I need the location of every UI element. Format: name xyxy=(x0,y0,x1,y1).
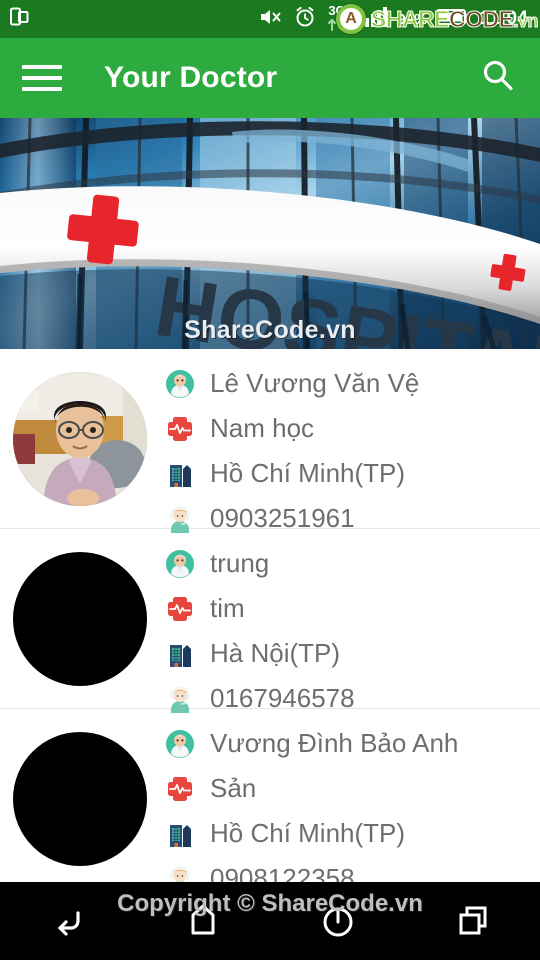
medical-cross-icon xyxy=(160,595,200,623)
doctor-city-row: Hồ Chí Minh(TP) xyxy=(160,451,540,496)
doctor-name: trung xyxy=(210,549,270,578)
doctor-specialty-row: Sản xyxy=(160,766,540,811)
medical-cross-icon xyxy=(160,415,200,443)
hospital-building-image: HOSPITAL xyxy=(0,118,540,349)
doctor-city: Hà Nội(TP) xyxy=(210,639,341,668)
page-title: Your Doctor xyxy=(104,61,278,94)
avatar-container xyxy=(0,537,160,701)
doctor-city: Hồ Chí Minh(TP) xyxy=(210,459,406,488)
doctor-name-row: Vương Đình Bảo Anh xyxy=(160,721,540,766)
network-3g-icon: 3G xyxy=(325,2,349,37)
doctor-name-row: Lê Vương Văn Vệ xyxy=(160,361,540,406)
cityscape-icon xyxy=(160,640,200,668)
cityscape-icon xyxy=(160,460,200,488)
screen-cast-icon xyxy=(8,6,30,33)
doctor-city-row: Hồ Chí Minh(TP) xyxy=(160,811,540,856)
doctor-icon xyxy=(160,369,200,398)
avatar xyxy=(13,732,147,866)
status-bar-right: 3G 99% 11:04 xyxy=(259,2,532,37)
mute-icon xyxy=(259,7,285,32)
hamburger-menu-icon[interactable] xyxy=(22,58,62,98)
avatar-container xyxy=(0,717,160,881)
clock-label: 11:04 xyxy=(479,8,528,29)
doctor-specialty: Sản xyxy=(210,774,257,803)
doctor-name-row: trung xyxy=(160,541,540,586)
app-screen: 3G 99% 11:04 A SHARECODE.vn Your Doctor … xyxy=(0,0,540,960)
doctor-icon xyxy=(160,549,200,578)
avatar-container xyxy=(0,357,160,521)
cityscape-icon xyxy=(160,820,200,848)
app-bar: Your Doctor xyxy=(0,38,540,118)
search-icon[interactable] xyxy=(478,56,518,101)
doctor-icon xyxy=(160,729,200,758)
doctor-name: Lê Vương Văn Vệ xyxy=(210,369,420,398)
doctor-city: Hồ Chí Minh(TP) xyxy=(210,819,406,848)
svg-text:3G: 3G xyxy=(329,3,346,18)
recent-circle-icon[interactable] xyxy=(306,889,370,953)
battery-percent-label: 99% xyxy=(397,10,428,28)
home-icon[interactable] xyxy=(171,889,235,953)
battery-icon xyxy=(436,8,470,31)
doctor-info: Lê Vương Văn Vệ Nam học Hồ Chí Minh(TP) … xyxy=(160,357,540,541)
back-arrow-icon[interactable] xyxy=(36,889,100,953)
table-row[interactable]: Lê Vương Văn Vệ Nam học Hồ Chí Minh(TP) … xyxy=(0,349,540,533)
doctor-specialty: Nam học xyxy=(210,414,315,443)
doctor-info: trung tim Hà Nội(TP) 0167946578 xyxy=(160,537,540,721)
doctor-info: Vương Đình Bảo Anh Sản Hồ Chí Minh(TP) 0… xyxy=(160,717,540,901)
hamburger-line-2 xyxy=(22,76,62,80)
status-bar-left xyxy=(8,6,30,33)
table-row[interactable]: trung tim Hà Nội(TP) 0167946578 xyxy=(0,529,540,713)
hamburger-line-3 xyxy=(22,87,62,91)
doctor-specialty-row: tim xyxy=(160,586,540,631)
avatar xyxy=(13,552,147,686)
system-navigation-bar: Copyright © ShareCode.vn xyxy=(0,882,540,960)
overview-squares-icon[interactable] xyxy=(441,889,505,953)
doctor-specialty-row: Nam học xyxy=(160,406,540,451)
doctor-list[interactable]: Lê Vương Văn Vệ Nam học Hồ Chí Minh(TP) … xyxy=(0,349,540,912)
hamburger-line-1 xyxy=(22,65,62,69)
hospital-banner: HOSPITAL ShareCode.vn xyxy=(0,118,540,349)
status-bar: 3G 99% 11:04 A SHARECODE.vn xyxy=(0,0,540,38)
doctor-photo xyxy=(13,372,147,506)
signal-bars-icon xyxy=(358,6,388,33)
alarm-icon xyxy=(294,6,316,33)
medical-cross-icon xyxy=(160,775,200,803)
doctor-specialty: tim xyxy=(210,594,245,623)
avatar xyxy=(13,372,147,506)
doctor-city-row: Hà Nội(TP) xyxy=(160,631,540,676)
banner-watermark: ShareCode.vn xyxy=(184,316,356,344)
doctor-name: Vương Đình Bảo Anh xyxy=(210,729,459,758)
table-row[interactable]: Vương Đình Bảo Anh Sản Hồ Chí Minh(TP) 0… xyxy=(0,709,540,893)
